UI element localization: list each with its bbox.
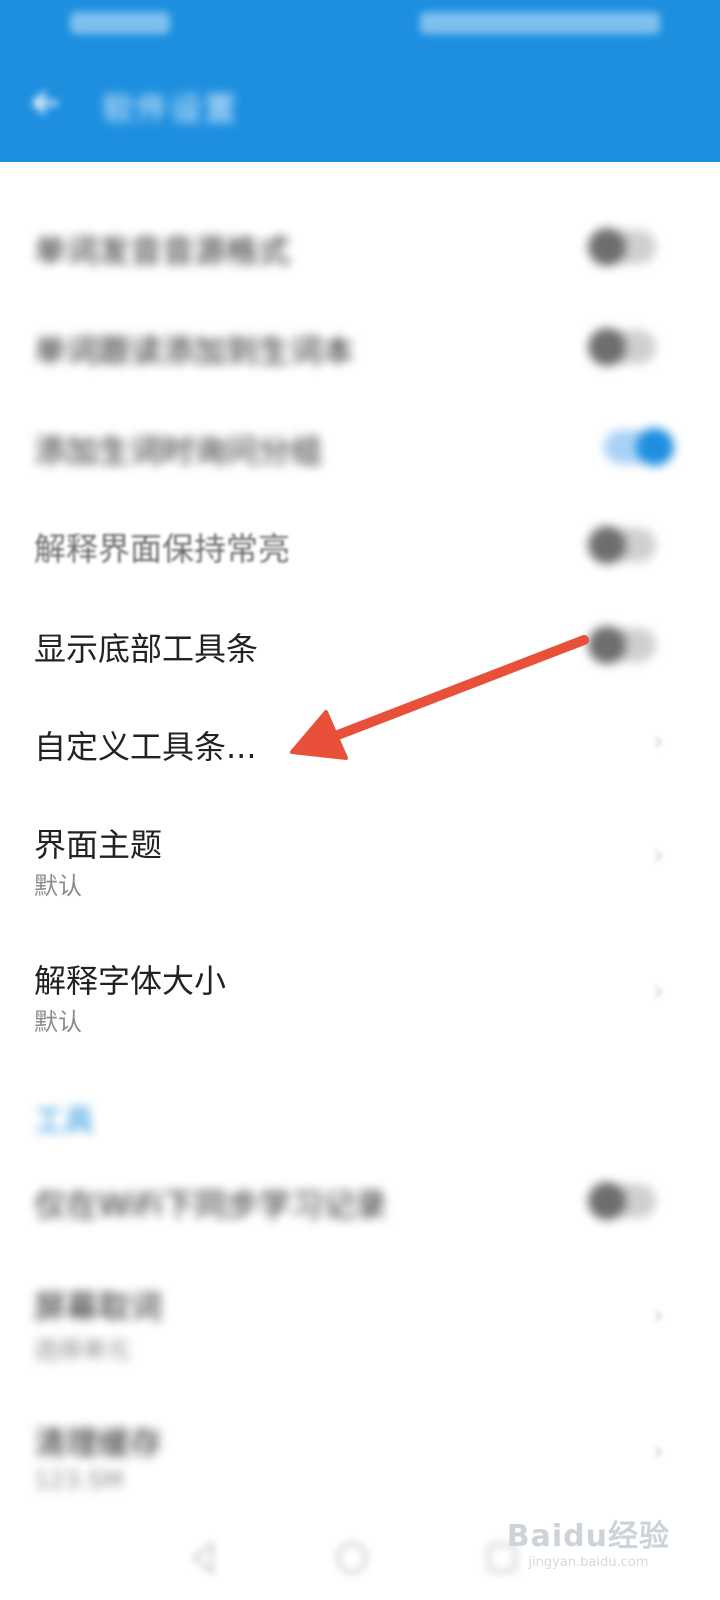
- nav-back-icon[interactable]: [184, 1538, 224, 1578]
- setting-row-pronunciation-source[interactable]: 单词发音音源格式: [0, 198, 720, 298]
- setting-label: 仅在WiFi下同步学习记录: [34, 1186, 387, 1224]
- chevron-right-icon: ›: [652, 838, 664, 871]
- setting-value: 默认: [34, 872, 82, 900]
- baidu-jingyan-watermark: Baidu经验 jingyan.baidu.com: [507, 1511, 670, 1570]
- chevron-right-icon: ›: [652, 974, 664, 1007]
- page-title: 软件设置: [102, 90, 239, 128]
- setting-row-keep-screen-on[interactable]: 解释界面保持常亮: [0, 498, 720, 598]
- chevron-right-icon: ›: [652, 1298, 664, 1331]
- setting-row-ask-group[interactable]: 添加生词时询问分组: [0, 398, 720, 498]
- setting-value: 123.5M: [34, 1466, 124, 1494]
- setting-label: 单词跟读添加到生词本: [34, 332, 355, 370]
- setting-row-wifi-sync[interactable]: 仅在WiFi下同步学习记录: [0, 1152, 720, 1252]
- toggle-switch[interactable]: [588, 1182, 656, 1220]
- setting-label: 添加生词时询问分组: [34, 432, 323, 470]
- setting-row-show-bottom-toolbar[interactable]: 显示底部工具条: [0, 598, 720, 698]
- watermark-text: Baidu经验: [506, 1519, 670, 1554]
- toggle-switch[interactable]: [588, 328, 656, 366]
- setting-row-font-size[interactable]: 解释字体大小 默认 ›: [0, 934, 720, 1070]
- section-header-tools: 工具: [34, 1104, 94, 1139]
- setting-row-clear-cache[interactable]: 清理缓存 123.5M ›: [0, 1388, 720, 1508]
- setting-label: 显示底部工具条: [34, 630, 259, 668]
- setting-label: 解释界面保持常亮: [34, 530, 291, 568]
- setting-row-theme[interactable]: 界面主题 默认 ›: [0, 798, 720, 934]
- nav-home-icon[interactable]: [332, 1538, 372, 1578]
- status-bar-right: [420, 12, 660, 34]
- setting-row-add-to-wordbook[interactable]: 单词跟读添加到生词本: [0, 298, 720, 398]
- back-arrow-icon[interactable]: [30, 88, 60, 118]
- setting-label: 清理缓存: [34, 1424, 163, 1462]
- status-bar: [0, 0, 720, 50]
- status-bar-left: [70, 12, 170, 34]
- setting-value: 默认: [34, 1008, 82, 1036]
- setting-label: 自定义工具条...: [34, 728, 257, 766]
- toggle-switch[interactable]: [604, 428, 674, 466]
- chevron-right-icon: ›: [652, 724, 664, 757]
- setting-label: 单词发音音源格式: [34, 232, 291, 270]
- setting-value: 选择单元: [34, 1336, 130, 1364]
- setting-row-screen-lookup[interactable]: 屏幕取词 选择单元 ›: [0, 1252, 720, 1388]
- setting-row-customize-toolbar[interactable]: 自定义工具条... ›: [0, 698, 720, 798]
- toggle-switch[interactable]: [588, 526, 656, 564]
- setting-label: 屏幕取词: [34, 1288, 163, 1326]
- setting-label: 界面主题: [34, 826, 163, 864]
- chevron-right-icon: ›: [652, 1434, 664, 1467]
- setting-label: 解释字体大小: [34, 962, 227, 1000]
- toggle-switch[interactable]: [588, 228, 656, 266]
- watermark-url: jingyan.baidu.com: [528, 1555, 649, 1570]
- app-bar: 软件设置: [0, 0, 720, 162]
- toggle-switch[interactable]: [588, 626, 656, 664]
